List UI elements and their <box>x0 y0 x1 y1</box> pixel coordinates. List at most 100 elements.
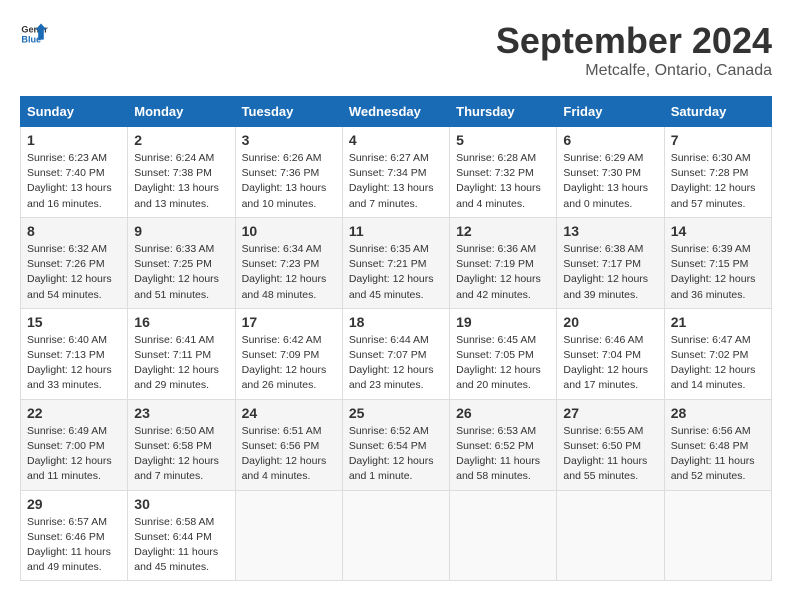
calendar-cell: 12Sunrise: 6:36 AMSunset: 7:19 PMDayligh… <box>450 217 557 308</box>
day-detail: Sunrise: 6:38 AMSunset: 7:17 PMDaylight:… <box>563 243 648 301</box>
day-detail: Sunrise: 6:30 AMSunset: 7:28 PMDaylight:… <box>671 152 756 210</box>
day-number: 13 <box>563 223 657 239</box>
day-number: 16 <box>134 314 228 330</box>
day-detail: Sunrise: 6:32 AMSunset: 7:26 PMDaylight:… <box>27 243 112 301</box>
calendar-cell: 27 Sunrise: 6:55 AMSunset: 6:50 PMDayligh… <box>557 399 664 490</box>
day-number: 24 <box>242 405 336 421</box>
day-number: 26 <box>456 405 550 421</box>
day-detail: Sunrise: 6:39 AMSunset: 7:15 PMDaylight:… <box>671 243 756 301</box>
day-detail: Sunrise: 6:27 AMSunset: 7:34 PMDaylight:… <box>349 152 434 210</box>
day-detail: Sunrise: 6:41 AMSunset: 7:11 PMDaylight:… <box>134 334 219 392</box>
day-detail: Sunrise: 6:35 AMSunset: 7:21 PMDaylight:… <box>349 243 434 301</box>
day-detail: Sunrise: 6:53 AMSunset: 6:52 PMDaylight:… <box>456 425 540 483</box>
calendar-cell: 17Sunrise: 6:42 AMSunset: 7:09 PMDayligh… <box>235 308 342 399</box>
calendar-cell: 11Sunrise: 6:35 AMSunset: 7:21 PMDayligh… <box>342 217 449 308</box>
day-detail: Sunrise: 6:24 AMSunset: 7:38 PMDaylight:… <box>134 152 219 210</box>
calendar-cell: 2 Sunrise: 6:24 AMSunset: 7:38 PMDaylight… <box>128 127 235 218</box>
title-area: September 2024 Metcalfe, Ontario, Canada <box>496 20 772 80</box>
calendar-cell: 15 Sunrise: 6:40 AMSunset: 7:13 PMDayligh… <box>21 308 128 399</box>
calendar-cell: 18 Sunrise: 6:44 AMSunset: 7:07 PMDayligh… <box>342 308 449 399</box>
month-title: September 2024 <box>496 20 772 62</box>
col-monday: Monday <box>128 97 235 127</box>
day-detail: Sunrise: 6:56 AMSunset: 6:48 PMDaylight:… <box>671 425 755 483</box>
day-number: 30 <box>134 496 228 512</box>
day-detail: Sunrise: 6:28 AMSunset: 7:32 PMDaylight:… <box>456 152 541 210</box>
calendar-cell <box>235 490 342 581</box>
calendar-cell: 3 Sunrise: 6:26 AMSunset: 7:36 PMDaylight… <box>235 127 342 218</box>
calendar-cell: 4 Sunrise: 6:27 AMSunset: 7:34 PMDaylight… <box>342 127 449 218</box>
calendar-cell: 22Sunrise: 6:49 AMSunset: 7:00 PMDayligh… <box>21 399 128 490</box>
day-detail: Sunrise: 6:42 AMSunset: 7:09 PMDaylight:… <box>242 334 327 392</box>
calendar-cell <box>342 490 449 581</box>
day-detail: Sunrise: 6:33 AMSunset: 7:25 PMDaylight:… <box>134 243 219 301</box>
day-number: 14 <box>671 223 765 239</box>
calendar-cell: 29 Sunrise: 6:57 AMSunset: 6:46 PMDayligh… <box>21 490 128 581</box>
calendar-cell: 6 Sunrise: 6:29 AMSunset: 7:30 PMDaylight… <box>557 127 664 218</box>
day-detail: Sunrise: 6:23 AMSunset: 7:40 PMDaylight:… <box>27 152 112 210</box>
day-detail: Sunrise: 6:52 AMSunset: 6:54 PMDaylight:… <box>349 425 434 483</box>
logo-icon: General Blue <box>20 20 48 48</box>
day-number: 28 <box>671 405 765 421</box>
day-detail: Sunrise: 6:26 AMSunset: 7:36 PMDaylight:… <box>242 152 327 210</box>
day-number: 5 <box>456 132 550 148</box>
calendar-cell: 10 Sunrise: 6:34 AMSunset: 7:23 PMDayligh… <box>235 217 342 308</box>
calendar-cell: 24 Sunrise: 6:51 AMSunset: 6:56 PMDayligh… <box>235 399 342 490</box>
calendar-row-5: 29 Sunrise: 6:57 AMSunset: 6:46 PMDayligh… <box>21 490 772 581</box>
location-title: Metcalfe, Ontario, Canada <box>496 62 772 80</box>
calendar-cell <box>557 490 664 581</box>
day-number: 15 <box>27 314 121 330</box>
calendar-cell: 5 Sunrise: 6:28 AMSunset: 7:32 PMDaylight… <box>450 127 557 218</box>
calendar-cell: 28 Sunrise: 6:56 AMSunset: 6:48 PMDayligh… <box>664 399 771 490</box>
calendar-table: Sunday Monday Tuesday Wednesday Thursday… <box>20 96 772 581</box>
day-number: 4 <box>349 132 443 148</box>
day-detail: Sunrise: 6:29 AMSunset: 7:30 PMDaylight:… <box>563 152 648 210</box>
day-detail: Sunrise: 6:44 AMSunset: 7:07 PMDaylight:… <box>349 334 434 392</box>
calendar-cell: 9 Sunrise: 6:33 AMSunset: 7:25 PMDaylight… <box>128 217 235 308</box>
svg-text:Blue: Blue <box>21 34 41 44</box>
col-friday: Friday <box>557 97 664 127</box>
day-number: 1 <box>27 132 121 148</box>
day-number: 10 <box>242 223 336 239</box>
calendar-cell: 26 Sunrise: 6:53 AMSunset: 6:52 PMDayligh… <box>450 399 557 490</box>
calendar-cell: 20Sunrise: 6:46 AMSunset: 7:04 PMDayligh… <box>557 308 664 399</box>
calendar-cell: 19Sunrise: 6:45 AMSunset: 7:05 PMDayligh… <box>450 308 557 399</box>
day-number: 7 <box>671 132 765 148</box>
day-number: 22 <box>27 405 121 421</box>
calendar-cell: 14 Sunrise: 6:39 AMSunset: 7:15 PMDayligh… <box>664 217 771 308</box>
calendar-cell: 1 Sunrise: 6:23 AMSunset: 7:40 PMDaylight… <box>21 127 128 218</box>
day-number: 29 <box>27 496 121 512</box>
day-number: 3 <box>242 132 336 148</box>
day-number: 25 <box>349 405 443 421</box>
day-number: 9 <box>134 223 228 239</box>
calendar-cell: 16 Sunrise: 6:41 AMSunset: 7:11 PMDayligh… <box>128 308 235 399</box>
day-detail: Sunrise: 6:57 AMSunset: 6:46 PMDaylight:… <box>27 516 111 574</box>
col-thursday: Thursday <box>450 97 557 127</box>
calendar-cell <box>664 490 771 581</box>
col-wednesday: Wednesday <box>342 97 449 127</box>
day-number: 27 <box>563 405 657 421</box>
day-number: 18 <box>349 314 443 330</box>
calendar-header-row: Sunday Monday Tuesday Wednesday Thursday… <box>21 97 772 127</box>
calendar-row-3: 15 Sunrise: 6:40 AMSunset: 7:13 PMDayligh… <box>21 308 772 399</box>
day-number: 23 <box>134 405 228 421</box>
calendar-cell: 13 Sunrise: 6:38 AMSunset: 7:17 PMDayligh… <box>557 217 664 308</box>
day-detail: Sunrise: 6:55 AMSunset: 6:50 PMDaylight:… <box>563 425 647 483</box>
calendar-cell <box>450 490 557 581</box>
day-number: 19 <box>456 314 550 330</box>
calendar-cell: 25 Sunrise: 6:52 AMSunset: 6:54 PMDayligh… <box>342 399 449 490</box>
day-detail: Sunrise: 6:51 AMSunset: 6:56 PMDaylight:… <box>242 425 327 483</box>
day-detail: Sunrise: 6:58 AMSunset: 6:44 PMDaylight:… <box>134 516 218 574</box>
day-detail: Sunrise: 6:34 AMSunset: 7:23 PMDaylight:… <box>242 243 327 301</box>
day-number: 6 <box>563 132 657 148</box>
calendar-cell: 23Sunrise: 6:50 AMSunset: 6:58 PMDayligh… <box>128 399 235 490</box>
calendar-cell: 21Sunrise: 6:47 AMSunset: 7:02 PMDayligh… <box>664 308 771 399</box>
day-number: 2 <box>134 132 228 148</box>
day-detail: Sunrise: 6:40 AMSunset: 7:13 PMDaylight:… <box>27 334 112 392</box>
col-saturday: Saturday <box>664 97 771 127</box>
calendar-row-2: 8Sunrise: 6:32 AMSunset: 7:26 PMDaylight… <box>21 217 772 308</box>
day-detail: Sunrise: 6:46 AMSunset: 7:04 PMDaylight:… <box>563 334 648 392</box>
day-number: 12 <box>456 223 550 239</box>
calendar-cell: 30 Sunrise: 6:58 AMSunset: 6:44 PMDayligh… <box>128 490 235 581</box>
day-detail: Sunrise: 6:47 AMSunset: 7:02 PMDaylight:… <box>671 334 756 392</box>
page-header: General Blue September 2024 Metcalfe, On… <box>20 20 772 80</box>
